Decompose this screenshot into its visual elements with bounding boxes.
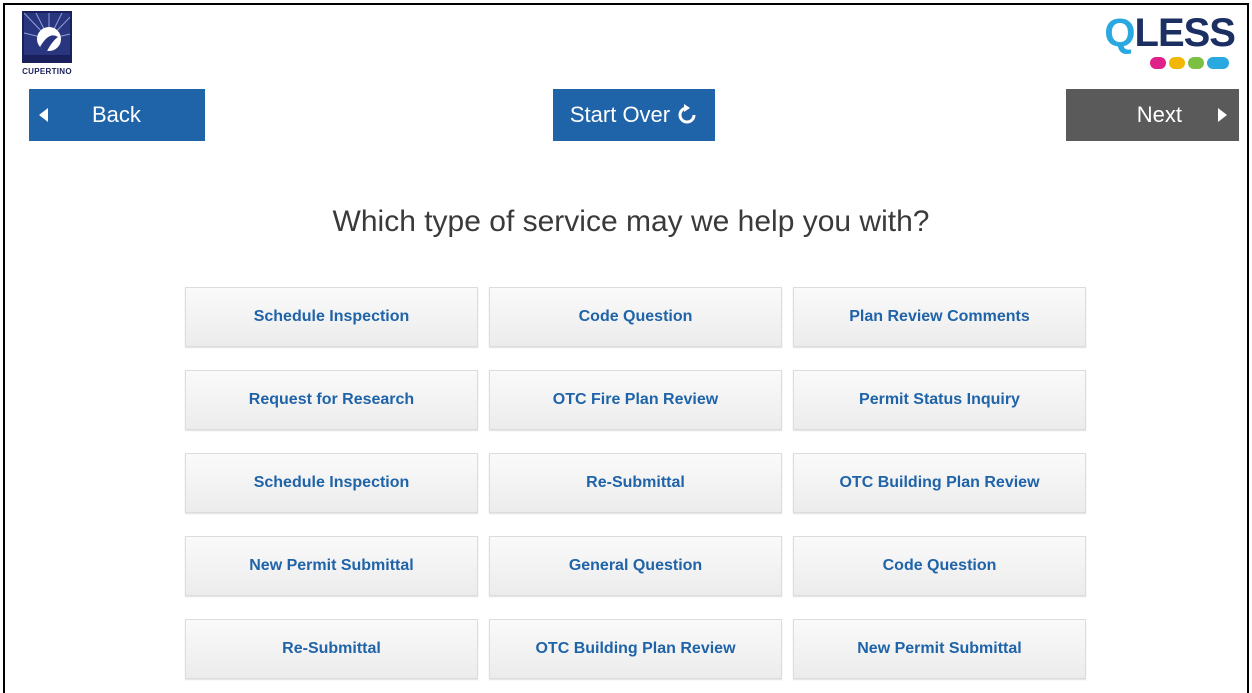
kiosk-frame: CUPERTINO QLESS Back Start Over Next Whi… bbox=[3, 3, 1249, 693]
service-grid: Schedule Inspection Code Question Plan Rev… bbox=[185, 287, 1086, 679]
service-option-button[interactable]: Permit Status Inquiry bbox=[793, 370, 1086, 430]
service-option-button[interactable]: Code Question bbox=[489, 287, 782, 347]
service-question-heading: Which type of service may we help you wi… bbox=[332, 205, 930, 238]
back-button[interactable]: Back bbox=[29, 89, 205, 141]
cupertino-emblem-icon bbox=[22, 11, 72, 63]
service-option-button[interactable]: Re-Submittal bbox=[489, 453, 782, 513]
refresh-icon bbox=[676, 104, 698, 126]
service-option-button[interactable]: OTC Building Plan Review bbox=[489, 619, 782, 679]
start-over-button[interactable]: Start Over bbox=[553, 89, 715, 141]
right-arrow-icon bbox=[1218, 108, 1227, 122]
service-option-button[interactable]: Code Question bbox=[793, 536, 1086, 596]
service-option-button[interactable]: Re-Submittal bbox=[185, 619, 478, 679]
service-option-button[interactable]: Schedule Inspection bbox=[185, 287, 478, 347]
service-option-button[interactable]: OTC Building Plan Review bbox=[793, 453, 1086, 513]
service-option-button[interactable]: Plan Review Comments bbox=[793, 287, 1086, 347]
service-option-button[interactable]: New Permit Submittal bbox=[793, 619, 1086, 679]
service-option-button[interactable]: Request for Research bbox=[185, 370, 478, 430]
service-option-button[interactable]: Schedule Inspection bbox=[185, 453, 478, 513]
start-over-label: Start Over bbox=[569, 102, 671, 127]
left-arrow-icon bbox=[39, 108, 48, 122]
service-option-button[interactable]: OTC Fire Plan Review bbox=[489, 370, 782, 430]
qless-dots-icon bbox=[1150, 57, 1229, 69]
cupertino-logo-text: CUPERTINO bbox=[22, 67, 72, 76]
next-button[interactable]: Next bbox=[1066, 89, 1239, 141]
next-button-label: Next bbox=[1136, 102, 1182, 127]
cupertino-logo: CUPERTINO bbox=[18, 9, 76, 79]
service-option-button[interactable]: General Question bbox=[489, 536, 782, 596]
qless-logo: QLESS bbox=[1104, 11, 1236, 73]
service-option-button[interactable]: New Permit Submittal bbox=[185, 536, 478, 596]
qless-logo-text: QLESS bbox=[1104, 11, 1236, 55]
back-button-label: Back bbox=[92, 102, 141, 127]
